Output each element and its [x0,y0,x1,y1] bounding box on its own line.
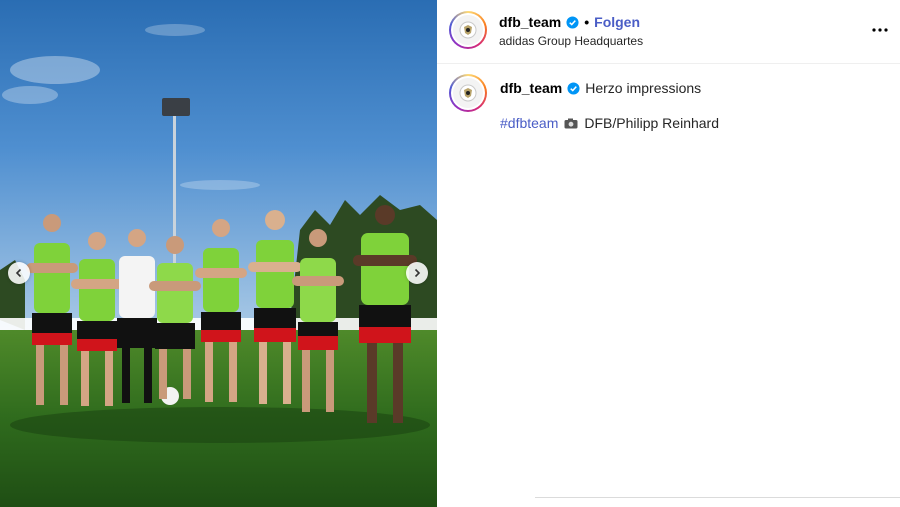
post-header: dfb_team • Folgen adidas Group Headquart… [437,0,900,64]
hashtag-link[interactable]: #dfbteam [500,115,558,131]
previous-image-button[interactable] [8,262,30,284]
verified-badge-icon [566,15,579,29]
dfb-crest-icon [459,21,477,39]
caption-username-link[interactable]: dfb_team [500,80,562,96]
camera-icon [564,118,578,128]
follow-button[interactable]: Folgen [594,14,640,30]
caption-line: dfb_team Herzo impressions [500,80,701,96]
caption-text: Herzo impressions [585,80,702,96]
verified-badge-icon [567,81,580,95]
caption-avatar[interactable] [449,74,487,112]
next-image-button[interactable] [406,262,428,284]
location-link[interactable]: adidas Group Headquartes [499,34,643,48]
instagram-post-view: dfb_team • Folgen adidas Group Headquart… [0,0,900,507]
post-image[interactable] [0,0,437,507]
header-user-row: dfb_team • Folgen [499,14,640,30]
caption-credit-line: #dfbteam DFB/Philipp Reinhard [500,115,719,131]
post-sidebar: dfb_team • Folgen adidas Group Headquart… [437,0,900,507]
photo-credit: DFB/Philipp Reinhard [584,115,719,131]
more-dots-icon [872,28,888,32]
team-photo [0,0,437,507]
avatar[interactable] [449,11,487,49]
divider [535,497,900,498]
separator-dot: • [584,14,590,30]
username-link[interactable]: dfb_team [499,14,561,30]
more-options-button[interactable] [868,18,892,42]
chevron-left-icon [15,268,22,278]
dfb-crest-icon [459,84,477,102]
chevron-right-icon [414,268,421,278]
